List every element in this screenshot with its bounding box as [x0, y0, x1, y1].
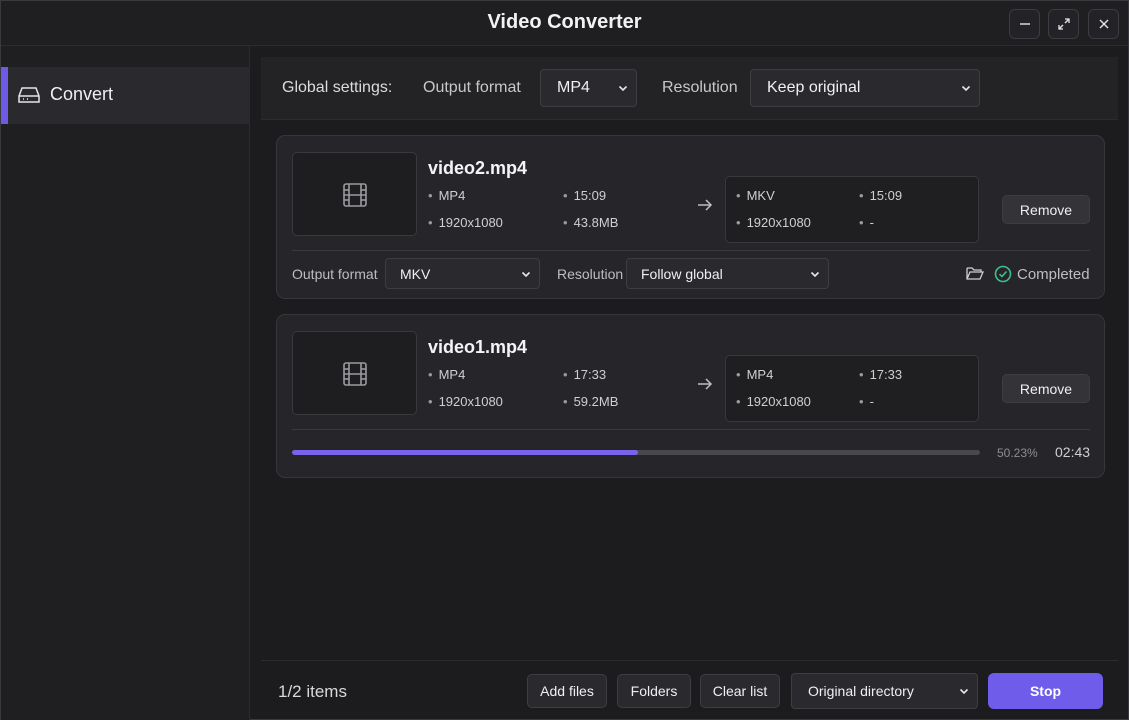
folders-button[interactable]: Folders — [617, 674, 691, 708]
source-size: 59.2MB — [563, 394, 619, 409]
app-window: Video Converter Convert Global settings:… — [0, 0, 1129, 720]
app-title: Video Converter — [487, 11, 642, 33]
remove-button[interactable]: Remove — [1002, 195, 1090, 224]
item-output-format-label: Output format — [292, 266, 378, 282]
file-card: video1.mp4 MP4 17:33 1920x1080 59.2MB MP… — [276, 314, 1105, 478]
source-format: MP4 — [428, 188, 466, 203]
global-resolution-label: Resolution — [662, 79, 738, 96]
target-size: - — [859, 215, 874, 230]
target-duration: 15:09 — [859, 188, 903, 203]
select-value: Original directory — [808, 683, 914, 699]
file-card: video2.mp4 MP4 15:09 1920x1080 43.8MB MK… — [276, 135, 1105, 299]
target-info: MP4 17:33 1920x1080 - — [725, 355, 979, 422]
select-value: Keep original — [767, 79, 861, 96]
progress-fill — [292, 450, 638, 455]
source-duration: 15:09 — [563, 188, 607, 203]
minimize-icon — [1019, 23, 1030, 25]
drive-icon — [18, 87, 40, 103]
sidebar-item-convert[interactable]: Convert — [1, 67, 250, 124]
chevron-down-icon — [959, 688, 969, 695]
progress-bar — [292, 450, 980, 455]
sidebar: Convert — [1, 46, 250, 720]
stop-button[interactable]: Stop — [988, 673, 1103, 709]
source-format: MP4 — [428, 367, 466, 382]
target-duration: 17:33 — [859, 367, 903, 382]
chevron-down-icon — [810, 271, 820, 277]
target-format: MP4 — [736, 367, 774, 382]
title-bar: Video Converter — [1, 1, 1128, 46]
divider — [292, 250, 1090, 251]
arrow-right-icon — [698, 378, 713, 390]
video-thumbnail — [292, 331, 417, 415]
status-text: Completed — [1017, 266, 1090, 283]
close-icon — [1099, 19, 1108, 29]
progress-percent: 50.23% — [997, 446, 1038, 460]
file-name: video1.mp4 — [428, 337, 528, 357]
source-duration: 17:33 — [563, 367, 607, 382]
maximize-button[interactable] — [1048, 9, 1079, 39]
chevron-down-icon — [521, 271, 531, 277]
check-circle-icon — [994, 265, 1012, 283]
item-resolution-label: Resolution — [557, 266, 624, 282]
divider — [292, 429, 1090, 430]
maximize-icon — [1057, 18, 1070, 30]
footer-bar: 1/2 items Add files Folders Clear list O… — [261, 660, 1118, 720]
chevron-down-icon — [961, 85, 971, 92]
item-count: 1/2 items — [278, 682, 347, 701]
global-settings-title: Global settings: — [282, 79, 393, 96]
global-output-format-select[interactable]: MP4 — [540, 69, 637, 107]
close-button[interactable] — [1088, 9, 1119, 39]
global-settings-bar: Global settings: Output format MP4 Resol… — [261, 57, 1118, 120]
sidebar-item-label: Convert — [50, 84, 114, 104]
source-size: 43.8MB — [563, 215, 619, 230]
film-icon — [343, 362, 367, 386]
output-directory-select[interactable]: Original directory — [791, 673, 978, 709]
select-value: MKV — [400, 265, 431, 282]
source-resolution: 1920x1080 — [428, 215, 503, 230]
target-format: MKV — [736, 188, 775, 203]
time-remaining: 02:43 — [1055, 444, 1091, 460]
global-resolution-select[interactable]: Keep original — [750, 69, 980, 107]
arrow-right-icon — [698, 199, 713, 211]
chevron-down-icon — [618, 85, 628, 92]
target-info: MKV 15:09 1920x1080 - — [725, 176, 979, 243]
open-folder-icon[interactable] — [966, 266, 984, 281]
select-value: Follow global — [641, 265, 723, 282]
active-indicator — [1, 67, 8, 124]
remove-button[interactable]: Remove — [1002, 374, 1090, 403]
file-name: video2.mp4 — [428, 158, 528, 178]
film-icon — [343, 183, 367, 207]
clear-list-button[interactable]: Clear list — [700, 674, 780, 708]
video-thumbnail — [292, 152, 417, 236]
target-resolution: 1920x1080 — [736, 394, 811, 409]
target-resolution: 1920x1080 — [736, 215, 811, 230]
global-output-format-label: Output format — [423, 79, 521, 96]
item-output-format-select[interactable]: MKV — [385, 258, 540, 289]
item-resolution-select[interactable]: Follow global — [626, 258, 829, 289]
select-value: MP4 — [557, 79, 590, 96]
target-size: - — [859, 394, 874, 409]
add-files-button[interactable]: Add files — [527, 674, 607, 708]
source-resolution: 1920x1080 — [428, 394, 503, 409]
minimize-button[interactable] — [1009, 9, 1040, 39]
